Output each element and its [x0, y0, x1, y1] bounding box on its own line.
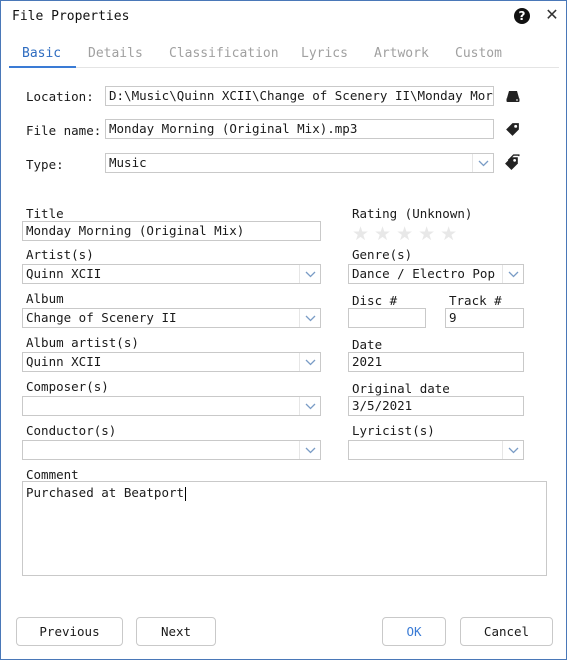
- date-field[interactable]: 2021: [348, 352, 524, 372]
- chevron-down-icon[interactable]: [299, 441, 320, 459]
- tab-artwork[interactable]: Artwork: [374, 46, 429, 61]
- tab-details[interactable]: Details: [88, 46, 143, 61]
- genre-select[interactable]: Dance / Electro Pop: [348, 264, 524, 284]
- close-icon[interactable]: ✕: [544, 6, 560, 24]
- genre-value: Dance / Electro Pop: [352, 266, 495, 281]
- location-field[interactable]: D:\Music\Quinn XCII\Change of Scenery II…: [105, 86, 494, 106]
- artist-select[interactable]: Quinn XCII: [22, 264, 321, 284]
- composer-label: Composer(s): [26, 379, 109, 394]
- type-label: Type:: [26, 157, 64, 172]
- chevron-down-icon[interactable]: [502, 265, 523, 283]
- disc-label: Disc #: [352, 293, 398, 308]
- album-label: Album: [26, 291, 64, 306]
- album-artist-select[interactable]: Quinn XCII: [22, 352, 321, 372]
- active-tab-indicator: [9, 66, 76, 68]
- tag-icon[interactable]: [504, 121, 520, 137]
- lyricist-label: Lyricist(s): [352, 423, 435, 438]
- lyricist-select[interactable]: [348, 440, 524, 460]
- chevron-down-icon[interactable]: [299, 309, 320, 327]
- album-select[interactable]: Change of Scenery II: [22, 308, 321, 328]
- comment-text: Purchased at Beatport: [26, 485, 185, 500]
- track-field[interactable]: 9: [445, 308, 524, 328]
- chevron-down-icon[interactable]: [299, 265, 320, 283]
- tags-edit-icon[interactable]: [504, 154, 520, 170]
- ok-button[interactable]: OK: [382, 617, 446, 646]
- dialog-title: File Properties: [12, 9, 130, 24]
- album-artist-value: Quinn XCII: [26, 354, 102, 369]
- conductor-select[interactable]: [22, 440, 321, 460]
- type-value: Music: [109, 155, 147, 170]
- type-select[interactable]: Music: [105, 153, 494, 173]
- artist-label: Artist(s): [26, 247, 94, 262]
- composer-select[interactable]: [22, 396, 321, 416]
- next-button[interactable]: Next: [136, 617, 216, 646]
- original-date-label: Original date: [352, 381, 450, 396]
- rating-label: Rating (Unknown): [352, 206, 473, 221]
- title-label: Title: [26, 206, 64, 221]
- genre-label: Genre(s): [352, 247, 413, 262]
- chevron-down-icon[interactable]: [299, 353, 320, 371]
- comment-textarea[interactable]: Purchased at Beatport: [22, 481, 547, 576]
- track-label: Track #: [449, 293, 502, 308]
- chevron-down-icon[interactable]: [299, 397, 320, 415]
- tab-divider: [9, 67, 559, 68]
- tab-lyrics[interactable]: Lyrics: [301, 46, 348, 61]
- help-icon[interactable]: ?: [514, 8, 530, 24]
- chevron-down-icon[interactable]: [502, 441, 523, 459]
- album-value: Change of Scenery II: [26, 310, 177, 325]
- file-name-label: File name:: [26, 123, 102, 138]
- cancel-button[interactable]: Cancel: [460, 617, 553, 646]
- original-date-field[interactable]: 3/5/2021: [348, 396, 524, 416]
- title-field[interactable]: Monday Morning (Original Mix): [22, 221, 321, 241]
- disc-field[interactable]: [348, 308, 426, 328]
- album-artist-label: Album artist(s): [26, 335, 139, 350]
- date-label: Date: [352, 337, 383, 352]
- chevron-down-icon[interactable]: [472, 154, 493, 172]
- file-name-field[interactable]: Monday Morning (Original Mix).mp3: [105, 119, 494, 139]
- tab-classification[interactable]: Classification: [169, 46, 279, 61]
- drive-icon[interactable]: [505, 88, 521, 104]
- tab-basic[interactable]: Basic: [22, 46, 61, 61]
- comment-label: Comment: [26, 467, 79, 482]
- conductor-label: Conductor(s): [26, 423, 117, 438]
- location-label: Location:: [26, 89, 94, 104]
- tab-custom[interactable]: Custom: [455, 46, 502, 61]
- artist-value: Quinn XCII: [26, 266, 102, 281]
- rating-stars[interactable]: ★★★★★: [352, 223, 462, 245]
- text-caret: [185, 486, 187, 501]
- file-properties-dialog: File Properties ? ✕ Basic Details Classi…: [0, 0, 567, 660]
- previous-button[interactable]: Previous: [16, 617, 123, 646]
